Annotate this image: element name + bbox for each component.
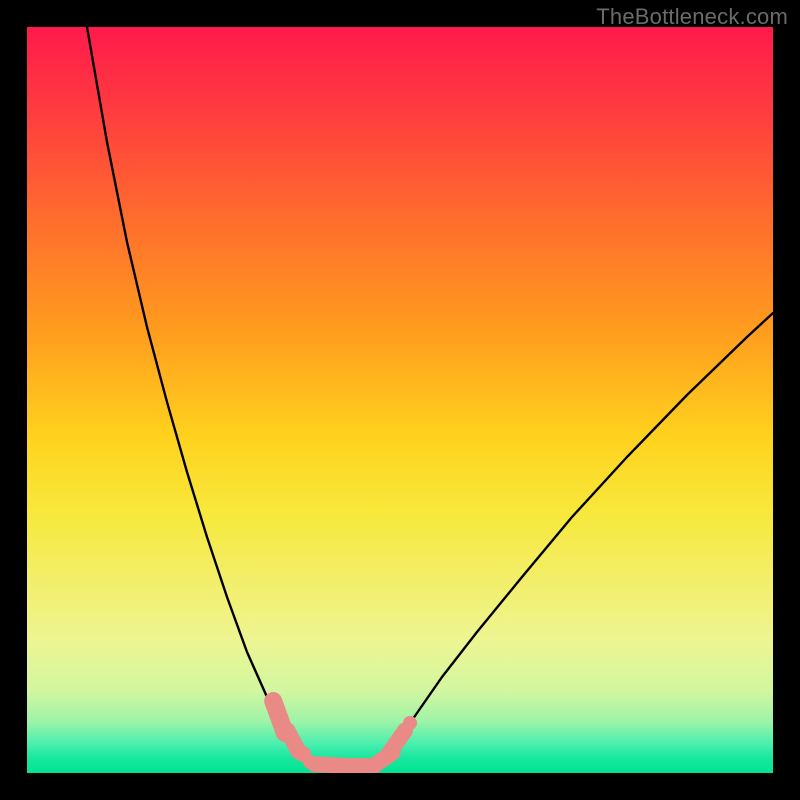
data-marker (403, 716, 417, 730)
curve-layer (27, 27, 773, 773)
data-marker (287, 730, 298, 751)
chart-frame: TheBottleneck.com (0, 0, 800, 800)
bottleneck-curve (87, 27, 773, 767)
watermark-text: TheBottleneck.com (596, 4, 788, 30)
plot-area (27, 27, 773, 773)
data-marker (389, 731, 405, 754)
